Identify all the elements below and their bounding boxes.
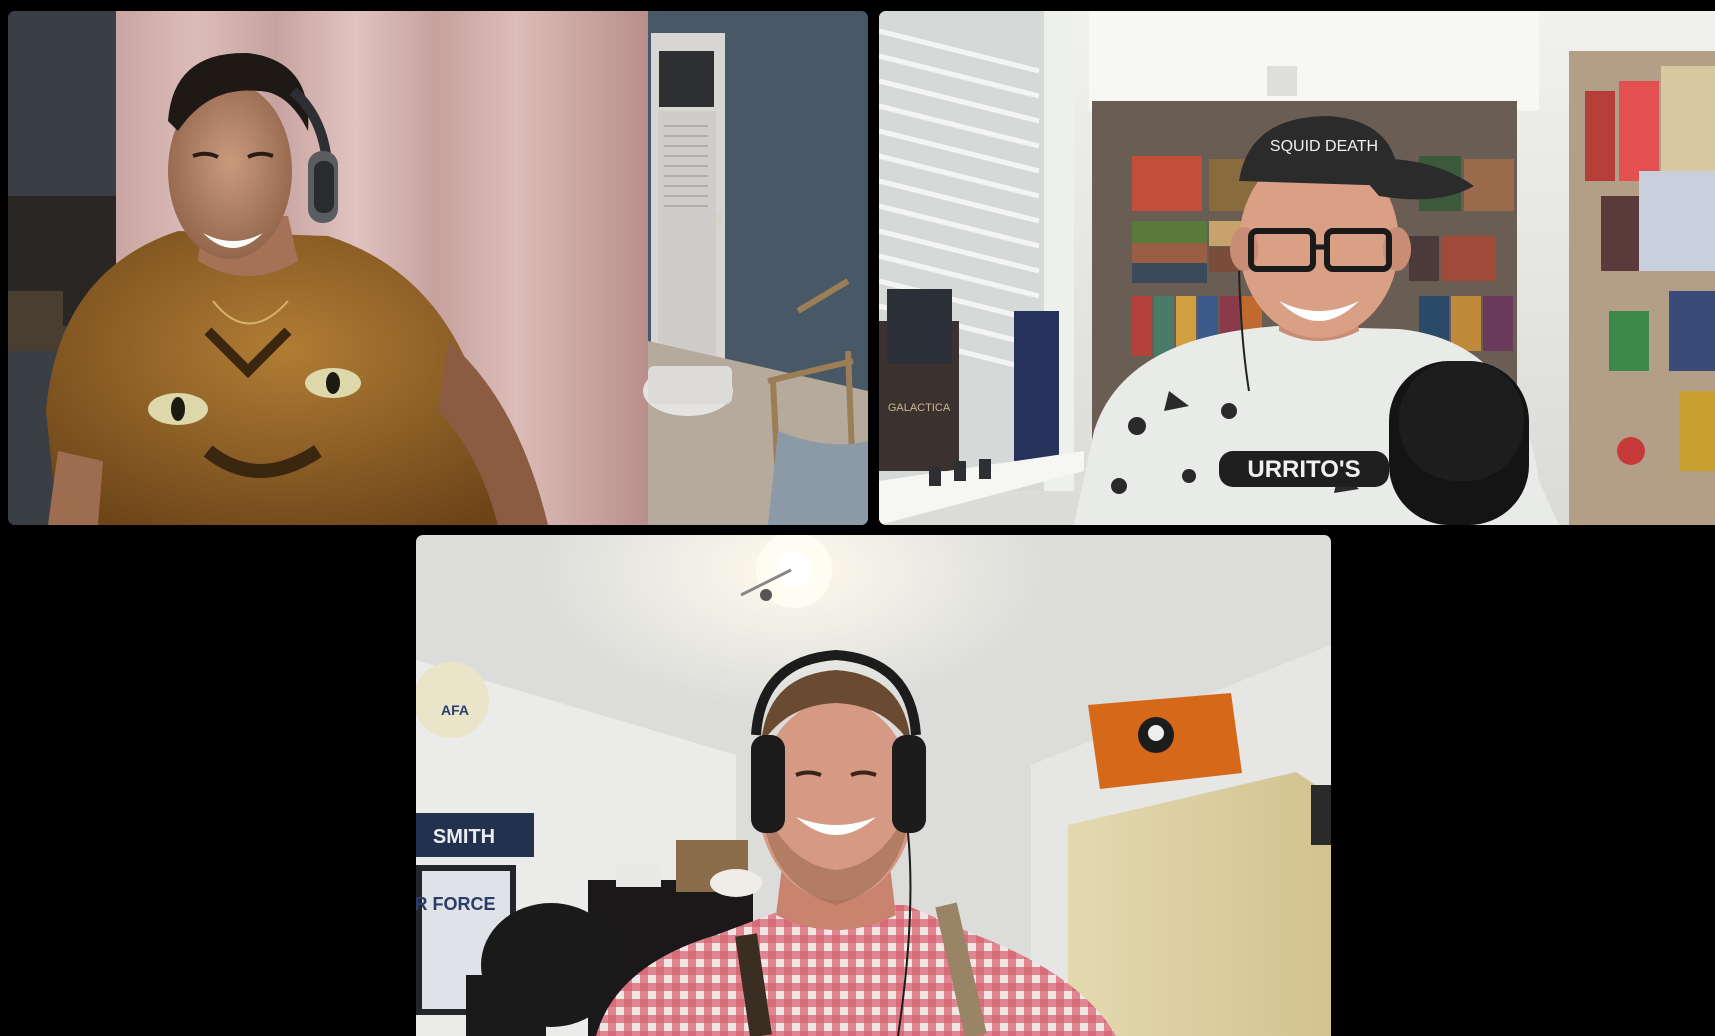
wall-poster: AFA — [416, 662, 489, 738]
participant-video-tile-3[interactable]: AFA SMITH AIR FORCE — [416, 535, 1331, 1036]
shirt-text: URRITO'S — [1247, 456, 1360, 483]
poster-text: AFA — [441, 702, 469, 718]
participant-video-tile-2[interactable]: GALACTICA URRITO'S SQUID DEATH — [879, 11, 1715, 525]
sign-text: SMITH — [433, 826, 495, 848]
box-text: GALACTICA — [888, 402, 951, 414]
jersey-text: AIR FORCE — [416, 894, 496, 914]
participant-3-video-feed: AFA SMITH AIR FORCE — [416, 535, 1331, 1036]
participant-video-tile-1[interactable] — [8, 11, 868, 525]
cap-text: SQUID DEATH — [1270, 138, 1378, 155]
participant-2-video-feed: GALACTICA URRITO'S SQUID DEATH — [879, 11, 1715, 525]
participant-1-video-feed — [8, 11, 868, 525]
video-call-gallery: GALACTICA URRITO'S SQUID DEATH AFA SMITH… — [0, 0, 1715, 1036]
